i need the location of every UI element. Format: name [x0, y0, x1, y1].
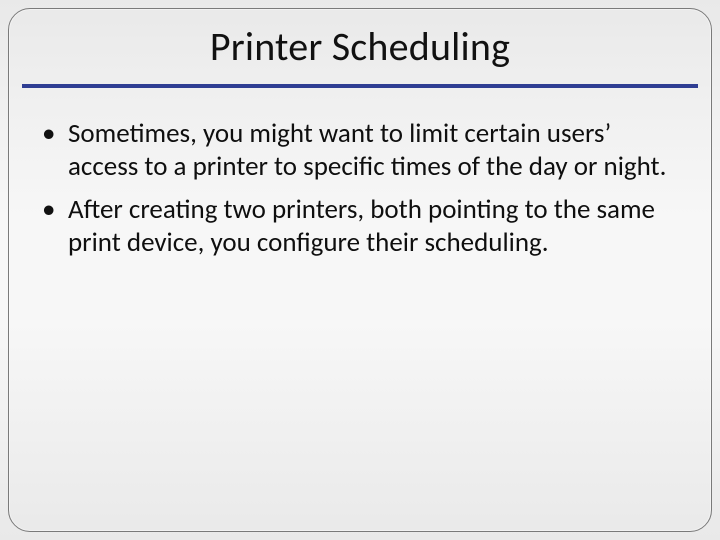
- slide: Printer Scheduling Sometimes, you might …: [0, 0, 720, 540]
- title-rule: [22, 84, 698, 88]
- list-item: Sometimes, you might want to limit certa…: [40, 118, 672, 184]
- bullet-list: Sometimes, you might want to limit certa…: [40, 118, 672, 260]
- list-item: After creating two printers, both pointi…: [40, 194, 672, 260]
- slide-title: Printer Scheduling: [0, 22, 720, 71]
- slide-body: Sometimes, you might want to limit certa…: [40, 118, 672, 270]
